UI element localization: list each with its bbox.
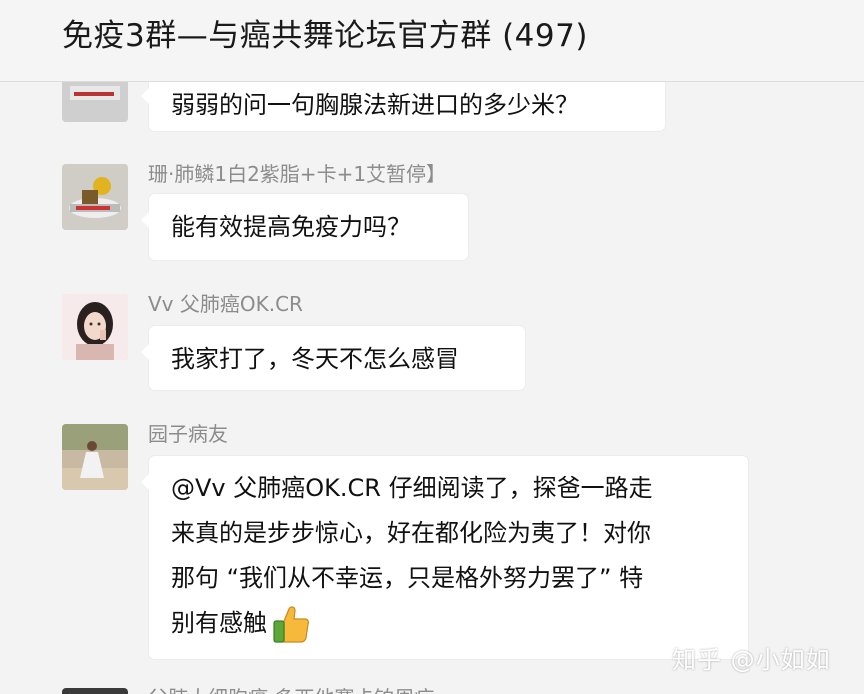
avatar[interactable] (62, 82, 128, 122)
message-bubble[interactable]: 能有效提高免疫力吗？ (141, 194, 468, 260)
message-line: 那句 “我们从不幸运，只是格外努力罢了” 特 (171, 564, 644, 592)
sender-name: Vv 父肺癌OK.CR (148, 292, 303, 316)
message-list[interactable]: 弱弱的问一句胸腺法新进口的多少米？ 珊·肺鳞1白2紫脂+卡+1艾暂停】 能有效提… (0, 82, 864, 694)
chat-header: 免疫3群—与癌共舞论坛官方群 (497) (0, 0, 864, 82)
avatar[interactable] (62, 688, 128, 694)
thumbs-up-icon (271, 603, 311, 645)
message-text: 弱弱的问一句胸腺法新进口的多少米？ (171, 91, 579, 119)
avatar[interactable] (62, 294, 128, 360)
message-line: 来真的是步步惊心，好在都化险为夷了！对你 (171, 519, 651, 547)
message-bubble[interactable]: @Vv 父肺癌OK.CR 仔细阅读了，探爸一路走 来真的是步步惊心，好在都化险为… (141, 456, 748, 659)
message-line: 别有感触 (171, 601, 726, 646)
message-text: 能有效提高免疫力吗？ (171, 213, 411, 241)
sender-name: 珊·肺鳞1白2紫脂+卡+1艾暂停】 (148, 162, 447, 186)
avatar[interactable] (62, 164, 128, 230)
message-bubble[interactable]: 弱弱的问一句胸腺法新进口的多少米？ (141, 82, 665, 131)
message-line: @Vv 父肺癌OK.CR 仔细阅读了，探爸一路走 (171, 474, 653, 502)
message-text: 我家打了，冬天不怎么感冒 (171, 345, 459, 373)
message-bubble[interactable]: 我家打了，冬天不怎么感冒 (141, 326, 525, 390)
message-line-text: 别有感触 (171, 609, 267, 637)
chat-title: 免疫3群—与癌共舞论坛官方群 (497) (62, 18, 588, 54)
avatar[interactable] (62, 424, 128, 490)
sender-name: 园子病友 (148, 422, 228, 446)
watermark: 知乎 @小如如 (672, 646, 831, 674)
sender-name: 父肺大细胞癌 多西他赛卡铂周疗 (148, 682, 434, 694)
